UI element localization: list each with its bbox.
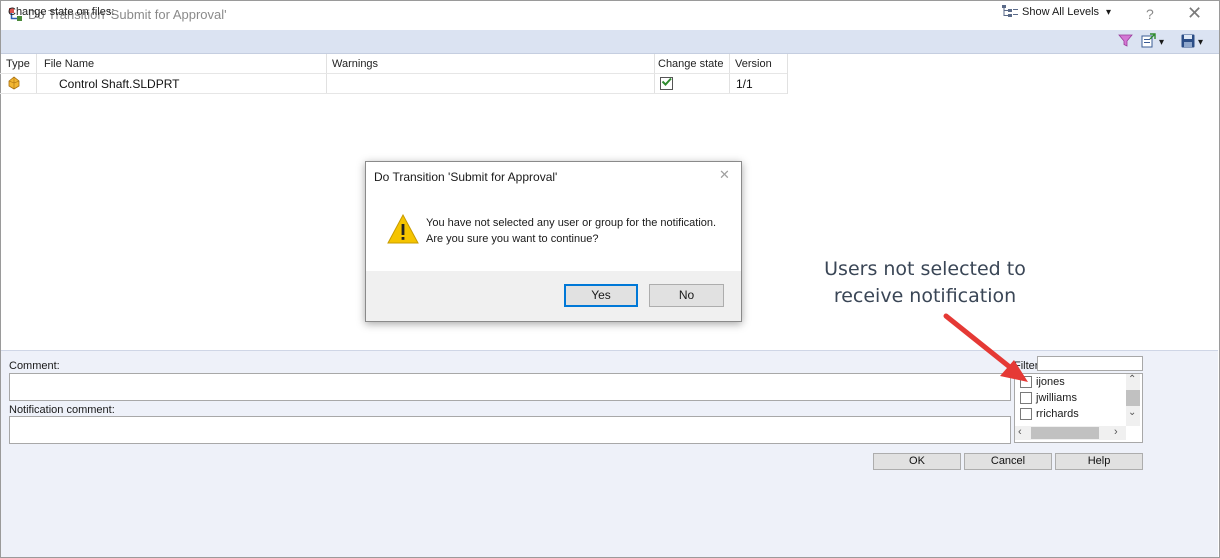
- filter-input[interactable]: [1037, 356, 1143, 371]
- user-name: ijones: [1036, 376, 1065, 388]
- toolbar: [1, 30, 1219, 54]
- chevron-left-icon[interactable]: ‹: [1018, 426, 1022, 438]
- show-all-levels-button[interactable]: Show All Levels ▾: [1002, 4, 1111, 20]
- yes-button[interactable]: Yes: [564, 284, 638, 307]
- user-item-rrichards[interactable]: rrichards: [1020, 406, 1079, 422]
- version-cell: 1/1: [736, 77, 753, 91]
- export-button[interactable]: ▾: [1141, 33, 1165, 51]
- show-all-levels-label: Show All Levels: [1022, 6, 1100, 18]
- window-close-icon[interactable]: ✕: [1187, 3, 1202, 24]
- header-change-state[interactable]: Change state: [658, 58, 723, 76]
- warning-icon: [387, 213, 419, 247]
- user-checkbox[interactable]: [1020, 392, 1032, 404]
- horizontal-scrollbar-thumb[interactable]: [1031, 427, 1099, 439]
- vertical-scrollbar-thumb[interactable]: [1126, 390, 1140, 406]
- header-version[interactable]: Version: [735, 58, 772, 76]
- notification-comment-label: Notification comment:: [9, 404, 115, 416]
- user-item-jwilliams[interactable]: jwilliams: [1020, 390, 1077, 406]
- user-name: jwilliams: [1036, 392, 1077, 404]
- file-name-cell[interactable]: Control Shaft.SLDPRT: [59, 77, 180, 91]
- user-name: rrichards: [1036, 408, 1079, 420]
- help-question-icon[interactable]: ?: [1146, 6, 1154, 22]
- filter-funnel-icon: [1118, 33, 1133, 51]
- chevron-down-icon[interactable]: ⌄: [1128, 407, 1136, 418]
- grid-divider: [0, 93, 787, 94]
- chevron-down-icon: ▾: [1198, 36, 1204, 48]
- change-state-label: Change state on files:: [8, 6, 115, 18]
- export-icon: [1141, 33, 1156, 51]
- header-warnings[interactable]: Warnings: [332, 58, 378, 76]
- dialog-message-line-1: You have not selected any user or group …: [426, 217, 717, 229]
- annotation-arrow: [943, 313, 1028, 382]
- confirmation-dialog: Do Transition 'Submit for Approval' ✕ Yo…: [365, 161, 742, 322]
- checkmark-icon: [661, 76, 672, 90]
- ok-button[interactable]: OK: [873, 453, 961, 470]
- annotation-callout: Users not selected to receive notificati…: [790, 256, 1060, 310]
- notification-comment-field[interactable]: [9, 416, 1011, 444]
- cancel-button[interactable]: Cancel: [964, 453, 1052, 470]
- chevron-up-icon[interactable]: ⌃: [1128, 374, 1136, 385]
- part-file-icon: [7, 76, 21, 93]
- no-button[interactable]: No: [649, 284, 724, 307]
- save-disk-icon: [1181, 34, 1195, 51]
- header-file-name[interactable]: File Name: [44, 58, 94, 76]
- comment-field[interactable]: [9, 373, 1011, 401]
- annotation-line-1: Users not selected to: [824, 258, 1026, 280]
- chevron-down-icon: ▾: [1159, 36, 1165, 48]
- user-checkbox[interactable]: [1020, 408, 1032, 420]
- comment-label: Comment:: [9, 360, 60, 372]
- chevron-down-icon: ▾: [1106, 6, 1112, 18]
- dialog-message-line-2: Are you sure you want to continue?: [426, 233, 599, 245]
- chevron-right-icon[interactable]: ›: [1114, 426, 1118, 438]
- annotation-line-2: receive notification: [833, 285, 1017, 307]
- help-button[interactable]: Help: [1055, 453, 1143, 470]
- tree-levels-icon: [1002, 4, 1018, 21]
- filter-button[interactable]: [1118, 34, 1133, 50]
- save-button[interactable]: ▾: [1181, 34, 1203, 50]
- dialog-close-icon[interactable]: ✕: [719, 167, 730, 183]
- dialog-title: Do Transition 'Submit for Approval': [374, 170, 558, 184]
- header-type[interactable]: Type: [6, 58, 30, 76]
- change-state-checkbox[interactable]: [660, 77, 673, 90]
